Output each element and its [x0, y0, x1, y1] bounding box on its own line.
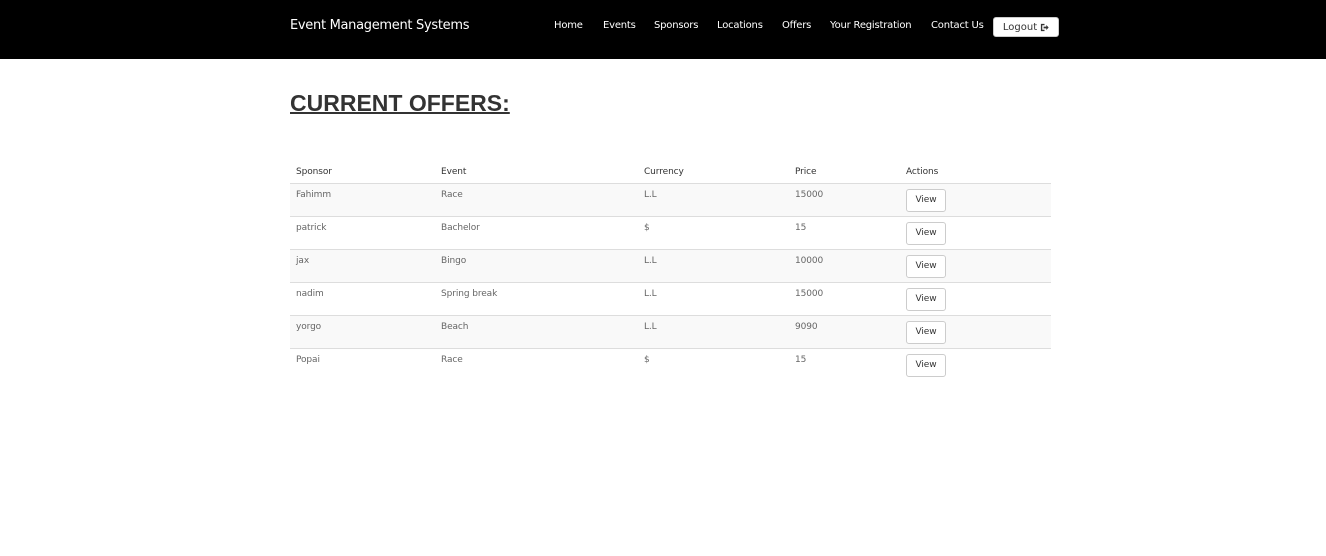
cell-actions: View — [900, 315, 1051, 349]
page-title: CURRENT OFFERS: — [290, 90, 510, 116]
cell-currency: L.L — [638, 249, 789, 283]
view-button[interactable]: View — [906, 288, 946, 311]
table-row: Fahimm Race L.L 15000 View — [290, 183, 1051, 217]
logout-label: Logout — [1002, 21, 1038, 33]
logout-button[interactable]: Logout — [993, 17, 1059, 37]
table-row: yorgo Beach L.L 9090 View — [290, 315, 1051, 349]
cell-sponsor: yorgo — [290, 315, 435, 349]
cell-actions: View — [900, 249, 1051, 283]
nav-link-sponsors[interactable]: Sponsors — [654, 20, 698, 31]
nav-link-contact-us[interactable]: Contact Us — [931, 20, 984, 31]
table-row: Popai Race $ 15 View — [290, 349, 1051, 382]
view-button[interactable]: View — [906, 321, 946, 344]
cell-currency: L.L — [638, 315, 789, 349]
column-header-sponsor: Sponsor — [290, 160, 435, 184]
cell-event: Bachelor — [435, 216, 638, 250]
nav-link-events[interactable]: Events — [603, 20, 636, 31]
top-navbar: Event Management Systems Home Events Spo… — [0, 0, 1326, 59]
brand-link[interactable]: Event Management Systems — [290, 18, 470, 33]
cell-price: 15000 — [789, 183, 900, 217]
cell-event: Beach — [435, 315, 638, 349]
cell-currency: $ — [638, 216, 789, 250]
table-header-row: Sponsor Event Currency Price Actions — [290, 160, 1051, 184]
cell-price: 10000 — [789, 249, 900, 283]
cell-sponsor: Popai — [296, 355, 320, 365]
cell-actions: View — [900, 216, 1051, 250]
nav-link-your-registration[interactable]: Your Registration — [830, 20, 912, 31]
cell-currency: L.L — [638, 183, 789, 217]
nav-link-offers[interactable]: Offers — [782, 20, 811, 31]
cell-sponsor: jax — [290, 249, 435, 283]
logout-icon — [1041, 23, 1049, 31]
column-header-actions: Actions — [900, 160, 1051, 184]
column-header-event: Event — [435, 160, 638, 184]
nav-link-home[interactable]: Home — [554, 20, 583, 31]
view-button[interactable]: View — [906, 255, 946, 278]
cell-sponsor: nadim — [290, 282, 435, 316]
cell-actions: View — [900, 183, 1051, 217]
cell-price: 9090 — [789, 315, 900, 349]
cell-sponsor: Fahimm — [290, 183, 435, 217]
cell-currency: L.L — [638, 282, 789, 316]
cell-actions: View — [900, 349, 1051, 382]
cell-price: 15 — [795, 355, 807, 365]
column-header-price: Price — [789, 160, 900, 184]
cell-event: Bingo — [435, 249, 638, 283]
cell-currency: $ — [644, 355, 650, 365]
offers-table: Sponsor Event Currency Price Actions Fah… — [290, 160, 1051, 382]
cell-event: Race — [435, 183, 638, 217]
table-row: jax Bingo L.L 10000 View — [290, 249, 1051, 283]
cell-price: 15000 — [789, 282, 900, 316]
table-row: nadim Spring break L.L 15000 View — [290, 282, 1051, 316]
nav-link-locations[interactable]: Locations — [717, 20, 763, 31]
column-header-currency: Currency — [638, 160, 789, 184]
view-button[interactable]: View — [906, 189, 946, 212]
table-row: patrick Bachelor $ 15 View — [290, 216, 1051, 250]
view-button[interactable]: View — [906, 354, 946, 377]
view-button[interactable]: View — [906, 222, 946, 245]
cell-sponsor: patrick — [290, 216, 435, 250]
cell-actions: View — [900, 282, 1051, 316]
cell-event: Spring break — [435, 282, 638, 316]
cell-price: 15 — [789, 216, 900, 250]
cell-event: Race — [441, 355, 463, 365]
